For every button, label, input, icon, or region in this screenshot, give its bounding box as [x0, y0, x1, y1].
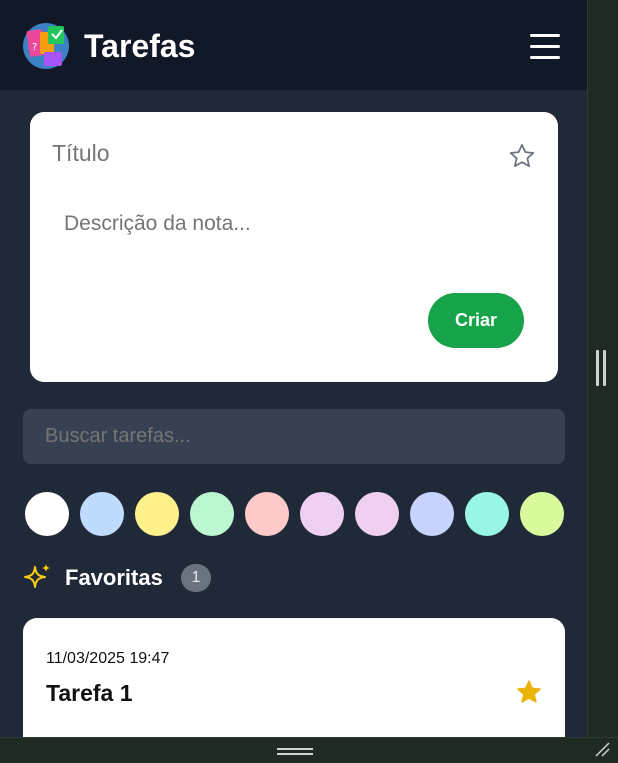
color-swatch-purple[interactable]	[300, 492, 344, 536]
create-note-card: Criar	[30, 112, 558, 382]
app-title: Tarefas	[84, 28, 196, 64]
sparkles-icon	[24, 564, 50, 588]
title-input[interactable]	[52, 140, 472, 167]
color-swatch-lime[interactable]	[520, 492, 564, 536]
star-filled-icon[interactable]	[515, 678, 543, 706]
hamburger-menu-icon[interactable]	[530, 34, 562, 60]
favorites-count-badge: 1	[181, 564, 211, 592]
favorites-label: Favoritas	[65, 565, 163, 590]
svg-text:?: ?	[32, 42, 37, 53]
color-filter-row	[25, 492, 570, 537]
search-box	[23, 409, 565, 464]
task-date: 11/03/2025 19:47	[46, 650, 170, 667]
app-header: ? Tarefas	[0, 0, 587, 90]
color-swatch-red[interactable]	[245, 492, 289, 536]
task-card[interactable]: 11/03/2025 19:47 Tarefa 1	[23, 618, 565, 737]
horizontal-resize-handle[interactable]	[277, 748, 313, 755]
sticky-notes-logo-icon: ?	[23, 23, 69, 69]
vertical-splitter-handle[interactable]	[596, 350, 606, 386]
color-swatch-yellow[interactable]	[135, 492, 179, 536]
bottom-resize-bar	[0, 737, 618, 763]
star-outline-icon[interactable]	[508, 142, 536, 170]
color-swatch-green[interactable]	[190, 492, 234, 536]
color-swatch-indigo[interactable]	[410, 492, 454, 536]
color-swatch-pink[interactable]	[355, 492, 399, 536]
create-button[interactable]: Criar	[428, 293, 524, 348]
app-viewport: ? Tarefas Criar Favoritas 1	[0, 0, 587, 737]
color-swatch-teal[interactable]	[465, 492, 509, 536]
resize-corner-icon[interactable]	[594, 741, 610, 757]
favorites-header: Favoritas 1	[23, 562, 323, 594]
color-swatch-blue[interactable]	[80, 492, 124, 536]
color-swatch-white[interactable]	[25, 492, 69, 536]
search-input[interactable]	[45, 425, 545, 448]
description-input[interactable]	[64, 212, 524, 236]
task-title: Tarefa 1	[46, 680, 133, 706]
